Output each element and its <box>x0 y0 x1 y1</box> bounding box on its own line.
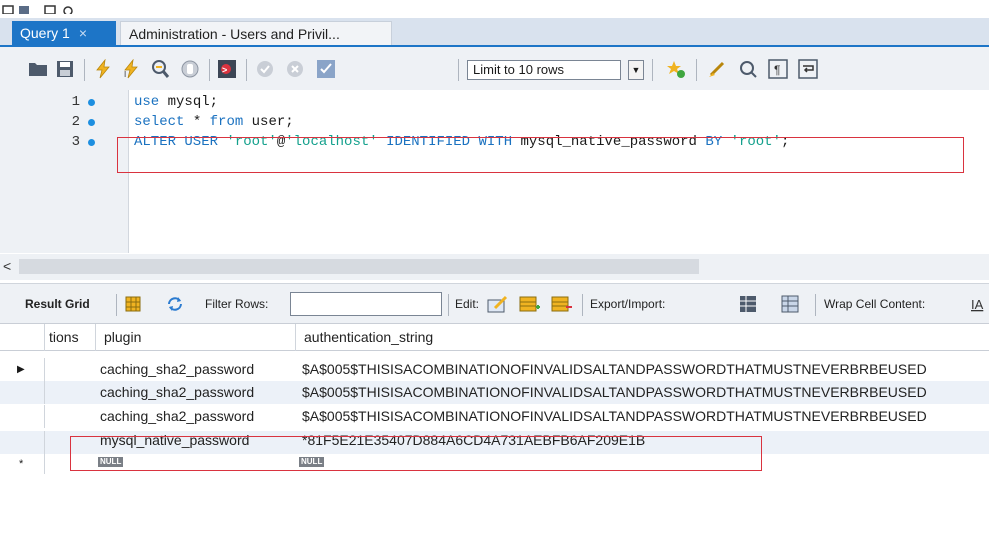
toolbar-separator <box>652 59 653 81</box>
wrap-icon[interactable] <box>798 59 818 79</box>
column-header-plugin[interactable]: plugin <box>95 324 295 351</box>
code-line[interactable]: select * from user; <box>134 114 294 130</box>
row-header[interactable]: * <box>0 454 45 474</box>
toolbar-separator <box>246 59 247 81</box>
row-header[interactable] <box>0 405 45 428</box>
statement-marker-icon <box>88 119 95 126</box>
code-token: mysql; <box>159 94 219 110</box>
scrollbar-thumb[interactable] <box>19 259 699 274</box>
editor-horizontal-scrollbar[interactable]: < <box>0 254 989 280</box>
current-row-icon: ▶ <box>17 364 25 375</box>
code-token: user; <box>243 114 294 130</box>
tab-label: Administration - Users and Privil... <box>129 25 340 42</box>
import-icon[interactable] <box>780 294 802 314</box>
code-line[interactable]: use mysql; <box>134 94 218 110</box>
table-row[interactable]: ▶ caching_sha2_password $A$005$THISISACO… <box>0 358 989 381</box>
cell-plugin[interactable]: caching_sha2_password <box>100 381 254 404</box>
table-row[interactable]: caching_sha2_password $A$005$THISISACOMB… <box>0 381 989 404</box>
row-header[interactable]: ▶ <box>0 358 45 381</box>
row-header[interactable] <box>0 431 45 454</box>
edit-row-icon[interactable] <box>487 294 509 314</box>
beautify-icon[interactable] <box>708 59 728 79</box>
toggle-error-icon[interactable]: > <box>217 59 237 79</box>
toolbar-separator <box>448 294 449 316</box>
line-number: 1 <box>71 94 80 110</box>
wrap-cell-icon[interactable]: IA <box>970 296 988 312</box>
column-header-options[interactable]: tions <box>44 324 95 351</box>
statement-marker-icon <box>88 99 95 106</box>
refresh-icon[interactable] <box>166 296 184 312</box>
new-row-icon: * <box>19 458 24 470</box>
svg-text:IA: IA <box>971 297 984 312</box>
filter-rows-input[interactable] <box>290 292 442 316</box>
highlight-box-alter-statement <box>117 137 964 173</box>
sql-icon[interactable] <box>18 2 30 14</box>
cell-authentication-string[interactable]: $A$005$THISISACOMBINATIONOFINVALIDSALTAN… <box>302 405 927 428</box>
stop-icon[interactable] <box>180 59 200 79</box>
result-grid-tab[interactable]: Result Grid <box>25 297 90 311</box>
close-icon[interactable]: × <box>79 25 87 41</box>
save-icon[interactable] <box>55 59 75 79</box>
toolbar-separator <box>84 59 85 81</box>
scroll-left-icon[interactable]: < <box>3 258 17 274</box>
export-icon[interactable] <box>738 294 760 314</box>
rollback-icon[interactable] <box>285 59 305 79</box>
toolbar-separator <box>815 294 816 316</box>
cell-authentication-string[interactable]: $A$005$THISISACOMBINATIONOFINVALIDSALTAN… <box>302 381 927 404</box>
svg-text:¶: ¶ <box>774 63 780 77</box>
open-folder-icon[interactable] <box>28 59 48 79</box>
open-icon[interactable] <box>44 2 56 14</box>
cell-plugin[interactable]: caching_sha2_password <box>100 405 254 428</box>
cell-authentication-string[interactable]: $A$005$THISISACOMBINATIONOFINVALIDSALTAN… <box>302 358 927 381</box>
sql-editor-toolbar: I > Limit to 10 rows ▼ ¶ <box>0 47 989 90</box>
find-icon[interactable] <box>738 59 758 79</box>
tab-administration-users[interactable]: Administration - Users and Privil... <box>120 21 392 45</box>
cell-plugin[interactable]: caching_sha2_password <box>100 358 254 381</box>
grid-layout-icon[interactable] <box>125 296 141 312</box>
export-import-label: Export/Import: <box>590 297 666 311</box>
tab-query-1[interactable]: Query 1 × <box>12 21 116 45</box>
limit-rows-select[interactable]: Limit to 10 rows <box>467 60 621 80</box>
tab-label: Query 1 <box>20 25 70 41</box>
new-tab-icon[interactable] <box>2 2 14 14</box>
highlight-box-native-password-row <box>70 436 762 471</box>
autocommit-icon[interactable] <box>316 59 336 79</box>
top-toolbar-strip <box>0 0 989 18</box>
reconnect-icon[interactable] <box>62 2 74 14</box>
line-number: 3 <box>71 134 80 150</box>
add-row-icon[interactable] <box>519 294 541 314</box>
code-token: select <box>134 114 185 130</box>
toolbar-separator <box>696 59 697 81</box>
editor-tab-bar: Query 1 × Administration - Users and Pri… <box>0 18 989 47</box>
column-header-authentication-string[interactable]: authentication_string <box>295 324 989 351</box>
toolbar-separator <box>582 294 583 316</box>
explain-icon[interactable] <box>150 59 170 79</box>
code-token: use <box>134 94 160 110</box>
wrap-cell-content-label: Wrap Cell Content: <box>824 297 926 311</box>
code-token: from <box>209 114 244 130</box>
toolbar-separator <box>209 59 210 81</box>
toolbar-separator <box>116 294 117 316</box>
toolbar-separator <box>458 59 459 81</box>
invisible-chars-icon[interactable]: ¶ <box>768 59 788 79</box>
svg-text:I: I <box>124 70 126 79</box>
bookmark-icon[interactable] <box>666 59 686 79</box>
table-row[interactable]: caching_sha2_password $A$005$THISISACOMB… <box>0 405 989 428</box>
execute-icon[interactable] <box>93 59 113 79</box>
line-number: 2 <box>71 114 80 130</box>
edit-label: Edit: <box>455 297 480 311</box>
svg-text:>: > <box>222 65 227 75</box>
result-grid-toolbar: Result Grid Filter Rows: Edit: Export/Im… <box>0 283 989 324</box>
code-token: * <box>184 114 210 130</box>
statement-marker-icon <box>88 139 95 146</box>
delete-row-icon[interactable] <box>551 294 573 314</box>
chevron-down-icon[interactable]: ▼ <box>628 60 644 80</box>
commit-icon[interactable] <box>255 59 275 79</box>
row-header[interactable] <box>0 381 45 404</box>
grid-header: tions plugin authentication_string <box>0 323 989 351</box>
execute-current-icon[interactable]: I <box>121 59 141 79</box>
filter-rows-label: Filter Rows: <box>205 297 269 311</box>
